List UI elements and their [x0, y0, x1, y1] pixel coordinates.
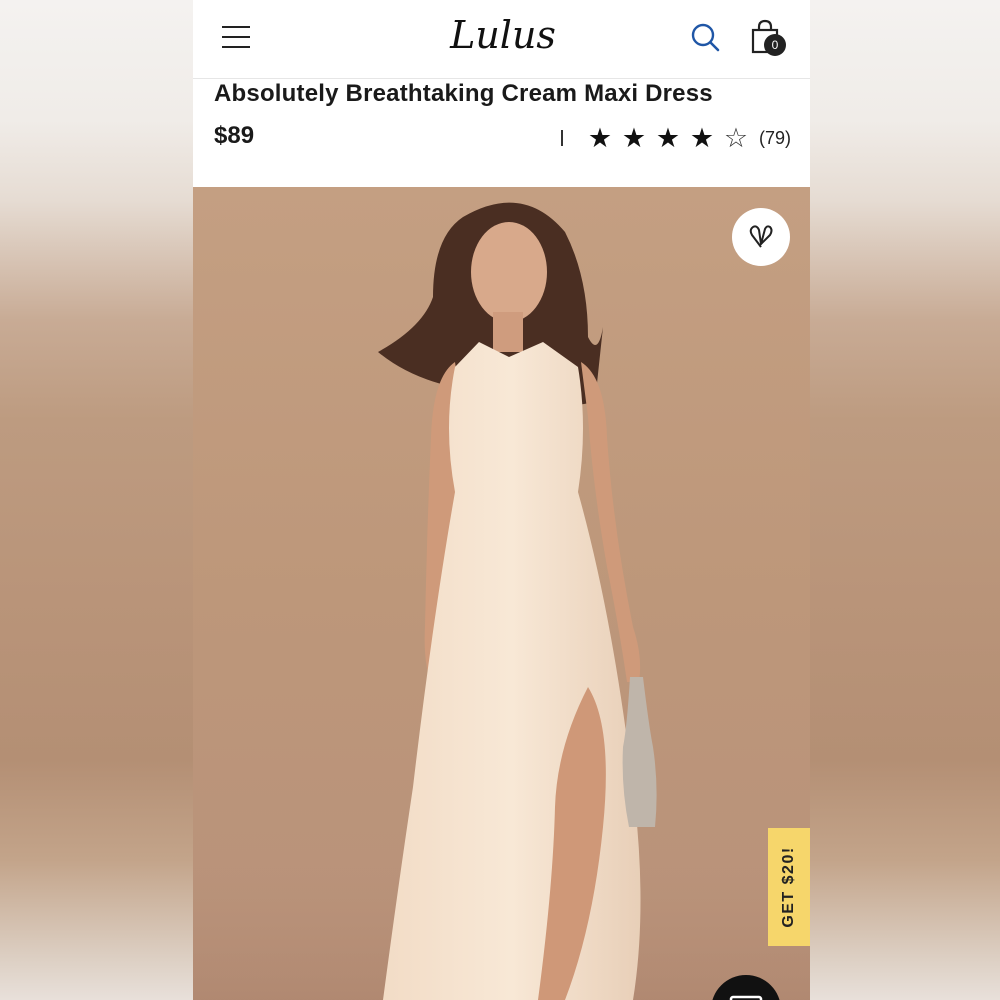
- hamburger-menu-icon[interactable]: [222, 26, 250, 48]
- star-empty-icon: ☆: [723, 123, 749, 153]
- product-rating[interactable]: ★ ★ ★ ★ ☆ (79): [561, 122, 791, 154]
- product-title: Absolutely Breathtaking Cream Maxi Dress: [214, 80, 713, 107]
- chat-icon: [729, 995, 763, 1000]
- star-filled-icon: ★: [621, 123, 647, 153]
- heart-icon: [749, 225, 773, 248]
- product-image[interactable]: GET $20!: [193, 187, 810, 1000]
- product-price: $89: [214, 122, 255, 149]
- chat-button[interactable]: [711, 975, 781, 1000]
- search-icon[interactable]: [690, 22, 720, 52]
- rating-stars: ★ ★ ★ ★ ☆: [583, 123, 753, 153]
- star-filled-icon: ★: [689, 123, 715, 153]
- brand-logo[interactable]: Lulus: [443, 10, 563, 60]
- promo-tab[interactable]: GET $20!: [768, 828, 810, 946]
- top-navigation-bar: Lulus 0: [193, 0, 810, 79]
- review-count[interactable]: (79): [759, 128, 791, 149]
- rating-divider: [561, 130, 563, 146]
- favorite-button[interactable]: [732, 208, 790, 266]
- promo-tab-label: GET $20!: [780, 846, 797, 928]
- cart-count-badge[interactable]: 0: [764, 34, 786, 56]
- mobile-page: Lulus 0 Absolutely Breathtaking Cream Ma…: [193, 0, 810, 1000]
- star-filled-icon: ★: [587, 123, 613, 153]
- model-in-dress-photo: [193, 202, 810, 1000]
- star-filled-icon: ★: [655, 123, 681, 153]
